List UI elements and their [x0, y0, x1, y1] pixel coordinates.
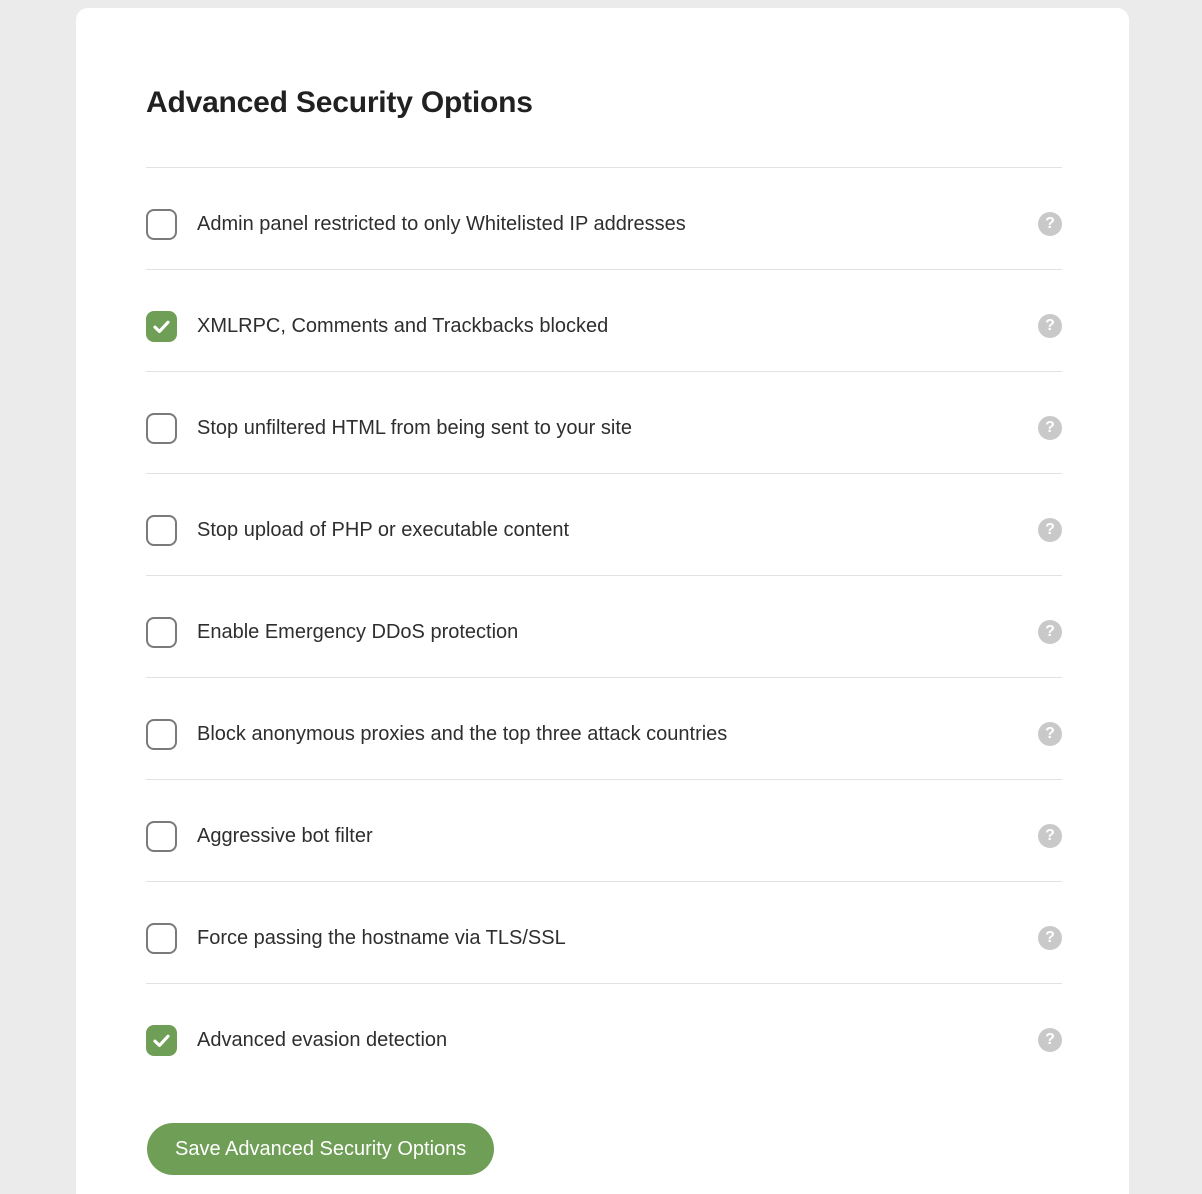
help-question-mark-icon[interactable]: ? — [1038, 1028, 1062, 1052]
option-checkbox[interactable] — [146, 1024, 177, 1056]
option-label: Aggressive bot filter — [197, 825, 373, 847]
option-row: XMLRPC, Comments and Trackbacks blocked? — [146, 298, 1062, 354]
help-question-mark-icon[interactable]: ? — [1038, 926, 1062, 950]
checkmark-icon — [153, 1034, 170, 1047]
option-checkbox[interactable] — [146, 820, 177, 852]
option-label: Block anonymous proxies and the top thre… — [197, 723, 728, 745]
advanced-security-options-card: Advanced Security Options Admin panel re… — [76, 8, 1129, 1194]
option-checkbox[interactable] — [146, 514, 177, 546]
divider — [146, 779, 1062, 780]
option-row: Aggressive bot filter? — [146, 808, 1062, 864]
divider — [146, 575, 1062, 576]
option-row: Advanced evasion detection? — [146, 1012, 1062, 1068]
option-label: Stop unfiltered HTML from being sent to … — [197, 417, 633, 439]
option-label: Enable Emergency DDoS protection — [197, 621, 519, 643]
option-label: XMLRPC, Comments and Trackbacks blocked — [197, 315, 609, 337]
divider — [146, 473, 1062, 474]
option-checkbox[interactable] — [146, 310, 177, 342]
page-title: Advanced Security Options — [146, 86, 533, 119]
option-row: Block anonymous proxies and the top thre… — [146, 706, 1062, 762]
page-root: Advanced Security Options Admin panel re… — [0, 0, 1202, 1194]
option-checkbox[interactable] — [146, 718, 177, 750]
option-label: Admin panel restricted to only Whitelist… — [197, 213, 686, 235]
option-label: Advanced evasion detection — [197, 1029, 448, 1051]
divider — [146, 983, 1062, 984]
help-question-mark-icon[interactable]: ? — [1038, 722, 1062, 746]
divider — [146, 167, 1062, 168]
divider — [146, 371, 1062, 372]
option-row: Admin panel restricted to only Whitelist… — [146, 196, 1062, 252]
divider — [146, 677, 1062, 678]
option-row: Enable Emergency DDoS protection? — [146, 604, 1062, 660]
help-question-mark-icon[interactable]: ? — [1038, 824, 1062, 848]
option-row: Stop upload of PHP or executable content… — [146, 502, 1062, 558]
help-question-mark-icon[interactable]: ? — [1038, 518, 1062, 542]
option-row: Force passing the hostname via TLS/SSL? — [146, 910, 1062, 966]
option-row: Stop unfiltered HTML from being sent to … — [146, 400, 1062, 456]
option-label: Force passing the hostname via TLS/SSL — [197, 927, 566, 949]
option-label: Stop upload of PHP or executable content — [197, 519, 570, 541]
checkmark-icon — [153, 320, 170, 333]
help-question-mark-icon[interactable]: ? — [1038, 212, 1062, 236]
help-question-mark-icon[interactable]: ? — [1038, 620, 1062, 644]
divider — [146, 881, 1062, 882]
save-advanced-security-options-button[interactable]: Save Advanced Security Options — [147, 1123, 495, 1175]
option-checkbox[interactable] — [146, 922, 177, 954]
divider — [146, 269, 1062, 270]
option-checkbox[interactable] — [146, 412, 177, 444]
help-question-mark-icon[interactable]: ? — [1038, 416, 1062, 440]
option-checkbox[interactable] — [146, 616, 177, 648]
option-checkbox[interactable] — [146, 208, 177, 240]
help-question-mark-icon[interactable]: ? — [1038, 314, 1062, 338]
